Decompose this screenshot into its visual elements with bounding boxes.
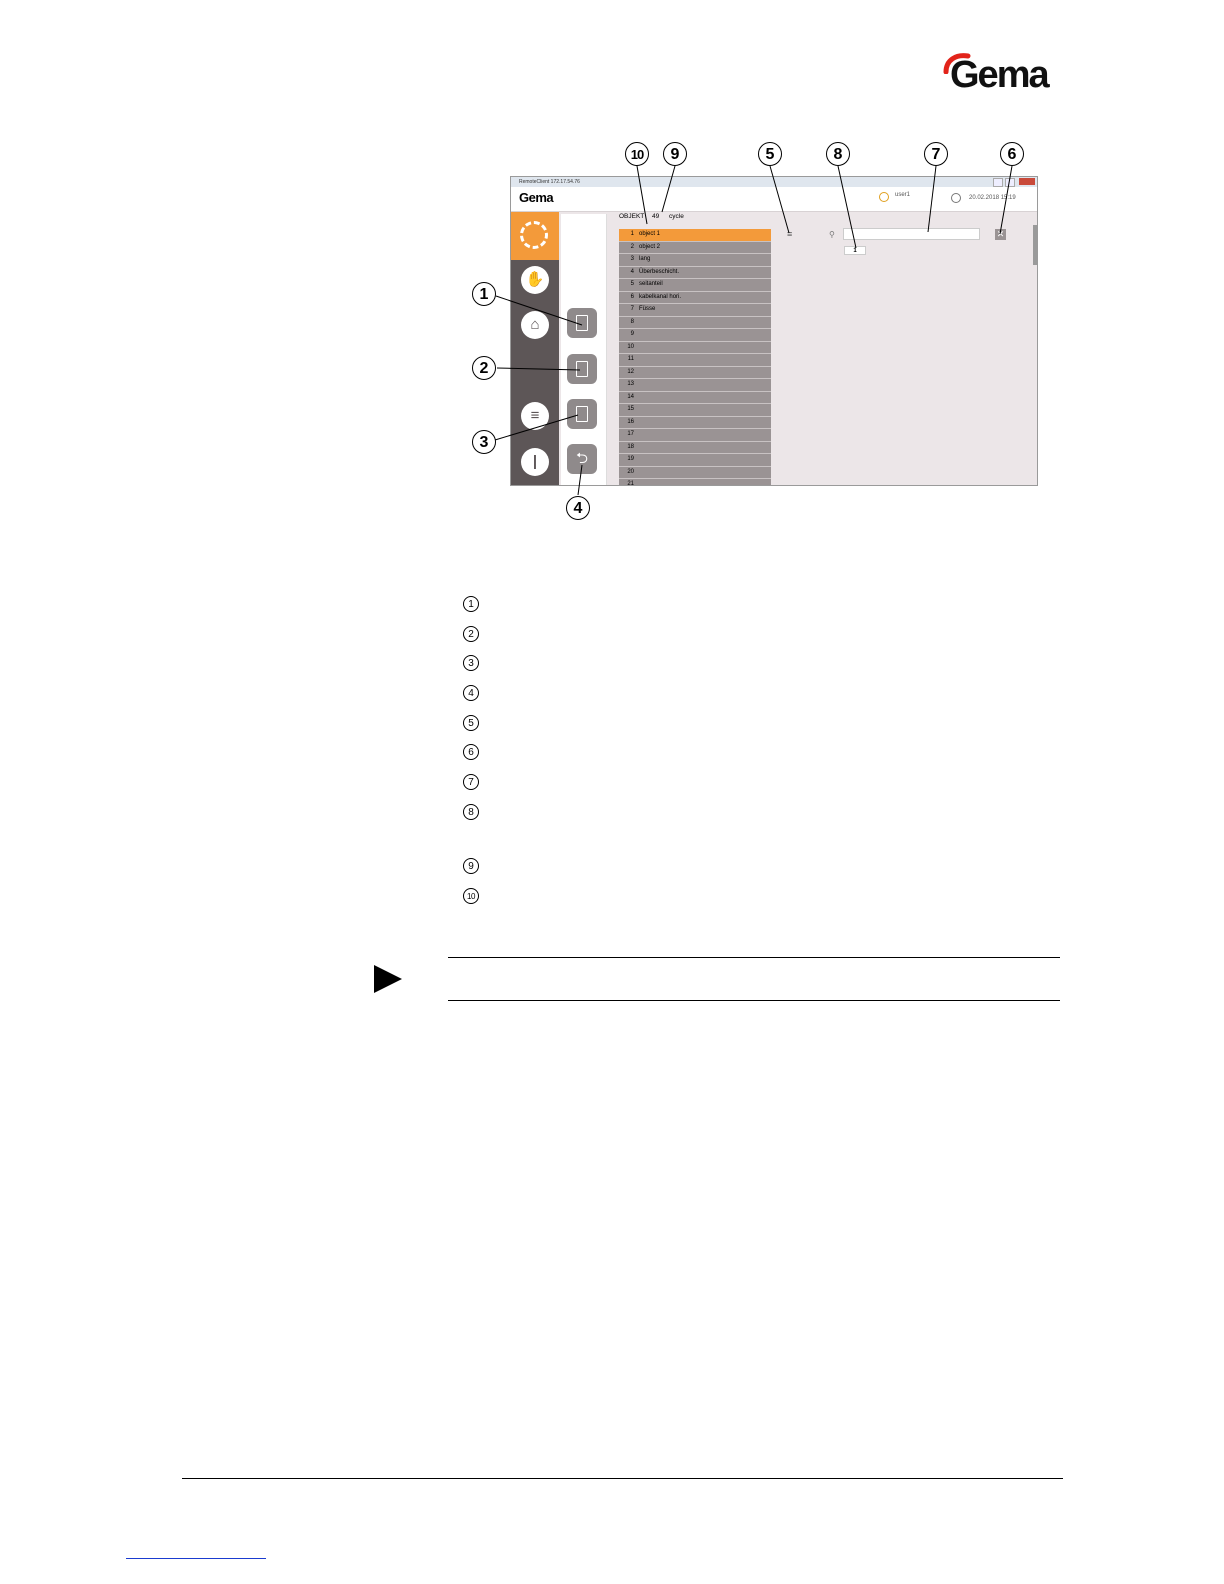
callout-10: 10	[625, 142, 649, 166]
callout-7: 7	[924, 142, 948, 166]
callout-3: 3	[472, 430, 496, 454]
callout-leaders	[494, 165, 1013, 496]
callout-1: 1	[472, 282, 496, 306]
legend-marker-7: 7	[463, 774, 479, 790]
legend-marker-1: 1	[463, 596, 479, 612]
legend-marker-5: 5	[463, 715, 479, 731]
legend-marker-9: 9	[463, 858, 479, 874]
legend-marker-3: 3	[463, 655, 479, 671]
legend-marker-2: 2	[463, 626, 479, 642]
legend-marker-6: 6	[463, 744, 479, 760]
callout-5: 5	[758, 142, 782, 166]
callout-4: 4	[566, 496, 590, 520]
note-top-rule	[448, 957, 1060, 958]
note-arrow-icon	[374, 965, 402, 993]
note-bottom-rule	[448, 1000, 1060, 1001]
legend-marker-10: 10	[463, 888, 479, 904]
legend-marker-8: 8	[463, 804, 479, 820]
callout-8: 8	[826, 142, 850, 166]
callout-6: 6	[1000, 142, 1024, 166]
callout-9: 9	[663, 142, 687, 166]
footer-rule	[182, 1478, 1063, 1479]
footer-link-underline[interactable]	[126, 1558, 266, 1559]
callout-2: 2	[472, 356, 496, 380]
legend-marker-4: 4	[463, 685, 479, 701]
